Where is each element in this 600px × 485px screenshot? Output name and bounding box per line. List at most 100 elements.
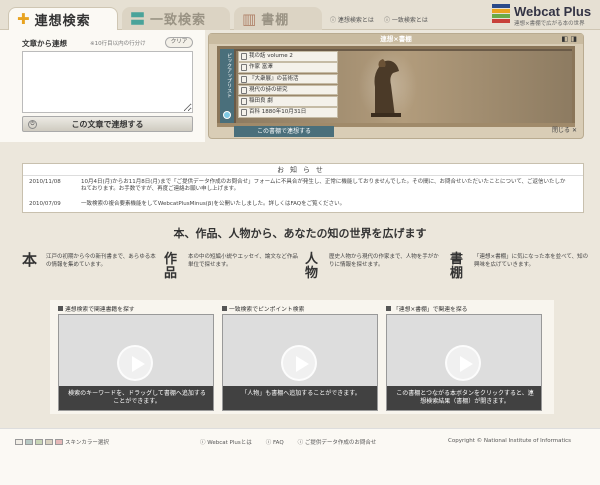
play-icon[interactable]: [445, 345, 481, 381]
video-thumbnail[interactable]: 「人物」も書棚へ追加することができます。: [222, 314, 378, 411]
skin-color-swatch[interactable]: [25, 439, 33, 445]
video-card[interactable]: 「連想×書棚」で関連を探る この書棚とつながる本ボタンをクリックすると、連想検索…: [384, 304, 542, 416]
book-item[interactable]: 作家 富澤: [238, 62, 338, 73]
video-caption: 検索のキーワードを、ドラッグして書棚へ追加することができます。: [59, 386, 213, 410]
book-item[interactable]: 現代の詩の研究: [238, 84, 338, 96]
assoc-submit-button[interactable]: ⏻ この文章で連想する: [22, 116, 193, 132]
book-icon: [241, 64, 247, 72]
copyright: Copyright © National Institute of Inform…: [448, 438, 572, 444]
tutorial-videos: 連想検索で関連書籍を探す 検索のキーワードを、ドラッグして書棚へ追加することがで…: [50, 300, 554, 414]
skin-color-swatch[interactable]: [55, 439, 63, 445]
shelf-prev-icon[interactable]: ◧: [562, 35, 569, 43]
help-link-assoc[interactable]: ⓘ 連想検索とは: [330, 15, 374, 24]
feature-person: 人物 歴史人物から現代の作家まで、人物を手がかりに情報を探せます。: [305, 253, 445, 283]
skin-color-swatch[interactable]: [45, 439, 53, 445]
horse-bookend-icon: [371, 59, 401, 117]
tab-shelf-label: 書棚: [261, 13, 290, 28]
play-icon[interactable]: [117, 345, 153, 381]
footer-link-faq[interactable]: ⓘ FAQ: [266, 438, 284, 446]
book-icon: [241, 109, 247, 117]
notice-text: 10月4日(月)からお11月8日(月)まで「ご提供データ作成のお問合せ」フォーム…: [81, 179, 566, 192]
book-title: 百科 1880年10月31日: [249, 109, 307, 116]
book-title: 現代の詩の研究: [249, 86, 288, 93]
pickup-list-tab[interactable]: ピックアップリスト: [220, 49, 234, 123]
video-card[interactable]: 一致検索でピンポイント検索 「人物」も書棚へ追加することができます。: [220, 304, 378, 416]
skin-color-label: スキンカラー選択: [65, 440, 109, 446]
page-root: ✚ 連想検索 〓 一致検索 ▥ 書棚 ⓘ 連想検索とは ⓘ 一致検索とは Web…: [0, 0, 600, 485]
book-title: 作家 富澤: [249, 64, 273, 71]
tagline: 本、作品、人物から、あなたの知の世界を広げます: [173, 227, 427, 240]
panel-title: 文章から連想: [22, 39, 67, 48]
feature-book: 本 江戸の初期から今の新刊書まで、あらゆる本の情報を集めています。: [22, 253, 162, 283]
feature-key: 本: [22, 251, 38, 269]
tab-assoc-search[interactable]: ✚ 連想検索: [8, 7, 118, 30]
feature-text: 「連想×書棚」に気になった本を並べて、知の興味を広げていきます。: [474, 254, 589, 268]
book-icon: [241, 86, 247, 94]
equals-icon: 〓: [130, 10, 147, 28]
shelf-assoc-button[interactable]: この書棚で連想する: [234, 126, 334, 137]
text-assoc-panel: 文章から連想 ※10行目以内の行分け クリア ⏻ この文章で連想する: [0, 30, 205, 142]
notice-item: 2010/11/08 10月4日(月)からお11月8日(月)まで「ご提供データ作成…: [29, 179, 571, 193]
notice-date: 2010/07/09: [29, 201, 61, 207]
video-caption: 「人物」も書棚へ追加することができます。: [223, 386, 377, 410]
video-title: 連想検索で関連書籍を探す: [58, 304, 135, 313]
assoc-submit-label: この文章で連想する: [71, 119, 144, 129]
footer-link-about[interactable]: ⓘ Webcat Plusとは: [200, 438, 252, 446]
tab-match-label: 一致検索: [150, 13, 207, 28]
logo-mark: [492, 4, 510, 24]
notice-text[interactable]: 一致検索の複合要素機能をしてWebcatPlusMinus(β)を公開いたしまし…: [81, 201, 571, 208]
bookshelf-panel: 連想×書棚 ◧ ◨ ピックアップリスト 我の話 volume 2 作家 富澤『大衆…: [208, 33, 584, 139]
bookshelf-title: 連想×書棚: [209, 34, 583, 44]
feature-text: 歴史人物から現代の作家まで、人物を手がかりに情報を探せます。: [329, 254, 439, 268]
shelf-close-button[interactable]: 閉じる ✕: [552, 125, 577, 134]
video-thumbnail[interactable]: 検索のキーワードを、ドラッグして書棚へ追加することができます。: [58, 314, 214, 411]
feature-shelf: 書棚 「連想×書棚」に気になった本を並べて、知の興味を広げていきます。: [450, 253, 590, 283]
tab-bookshelf[interactable]: ▥ 書棚: [234, 7, 322, 30]
skin-color-swatch[interactable]: [15, 439, 23, 445]
clear-button[interactable]: クリア: [165, 37, 193, 48]
footer-link-contact[interactable]: ⓘ ご提供データ作成のお問合せ: [298, 438, 377, 446]
notice-item: 2010/07/09 一致検索の複合要素機能をしてWebcatPlusMinus(…: [29, 201, 571, 208]
plus-icon: ✚: [17, 10, 31, 28]
notice-title: お知らせ: [23, 164, 583, 176]
pickup-indicator-icon: [223, 111, 231, 119]
book-item[interactable]: 稲田良 劇: [238, 96, 338, 107]
video-caption: この書棚とつながる本ボタンをクリックすると、連想検索結果（書棚）が開きます。: [387, 386, 541, 410]
notice-date: 2010/11/08: [29, 179, 61, 185]
book-item[interactable]: 我の話 volume 2: [238, 51, 338, 62]
shelf-next-icon[interactable]: ◨: [570, 35, 577, 43]
skin-color-swatch[interactable]: [35, 439, 43, 445]
book-item[interactable]: 『大衆展』の芸術活: [238, 73, 338, 85]
footer-links: ⓘ Webcat Plusとは ⓘ FAQ ⓘ ご提供データ作成のお問合せ: [200, 438, 376, 446]
power-icon: ⏻: [28, 120, 37, 129]
video-card[interactable]: 連想検索で関連書籍を探す 検索のキーワードを、ドラッグして書棚へ追加することがで…: [56, 304, 214, 416]
webcat-logo[interactable]: Webcat Plus 連想×書棚で広がる本の世界: [492, 3, 597, 27]
logo-title: Webcat Plus: [514, 4, 592, 19]
logo-subtitle: 連想×書棚で広がる本の世界: [514, 21, 585, 27]
panel-hint: ※10行目以内の行分け: [90, 41, 146, 47]
book-icon: [241, 98, 247, 106]
assoc-text-input[interactable]: [22, 51, 193, 113]
book-icon: [241, 75, 247, 83]
play-icon[interactable]: [281, 345, 317, 381]
help-link-match[interactable]: ⓘ 一致検索とは: [384, 15, 428, 24]
book-icon: [241, 53, 247, 60]
header-links: ⓘ 連想検索とは ⓘ 一致検索とは: [330, 15, 428, 24]
book-title: 稲田良 劇: [249, 98, 273, 105]
tab-match-search[interactable]: 〓 一致検索: [122, 7, 230, 30]
shelf-window-icons: ◧ ◨: [562, 35, 577, 43]
notice-box: お知らせ 2010/11/08 10月4日(月)からお11月8日(月)まで「ご提供…: [22, 163, 584, 213]
feature-work: 作品 本の中の短編小説やエッセイ、論文など作品単位で探せます。: [164, 253, 304, 283]
video-thumbnail[interactable]: この書棚とつながる本ボタンをクリックすると、連想検索結果（書棚）が開きます。: [386, 314, 542, 411]
feature-text: 本の中の短編小説やエッセイ、論文など作品単位で探せます。: [188, 254, 298, 268]
skin-color-swatches: [15, 439, 63, 445]
bookshelf-frame: ピックアップリスト 我の話 volume 2 作家 富澤『大衆展』の芸術活 現代の詩…: [217, 46, 575, 137]
feature-text: 江戸の初期から今の新刊書まで、あらゆる本の情報を集めています。: [46, 254, 156, 268]
book-list: 我の話 volume 2 作家 富澤『大衆展』の芸術活 現代の詩の研究 稲田良 劇百科…: [238, 51, 338, 119]
feature-key: 人物: [305, 252, 319, 281]
footer: スキンカラー選択 ⓘ Webcat Plusとは ⓘ FAQ ⓘ ご提供データ作…: [0, 428, 600, 485]
book-title: 『大衆展』の芸術活: [249, 75, 299, 82]
book-title: 我の話 volume 2: [249, 53, 293, 59]
video-title: 「連想×書棚」で関連を探る: [386, 304, 467, 313]
book-item[interactable]: 百科 1880年10月31日: [238, 107, 338, 118]
